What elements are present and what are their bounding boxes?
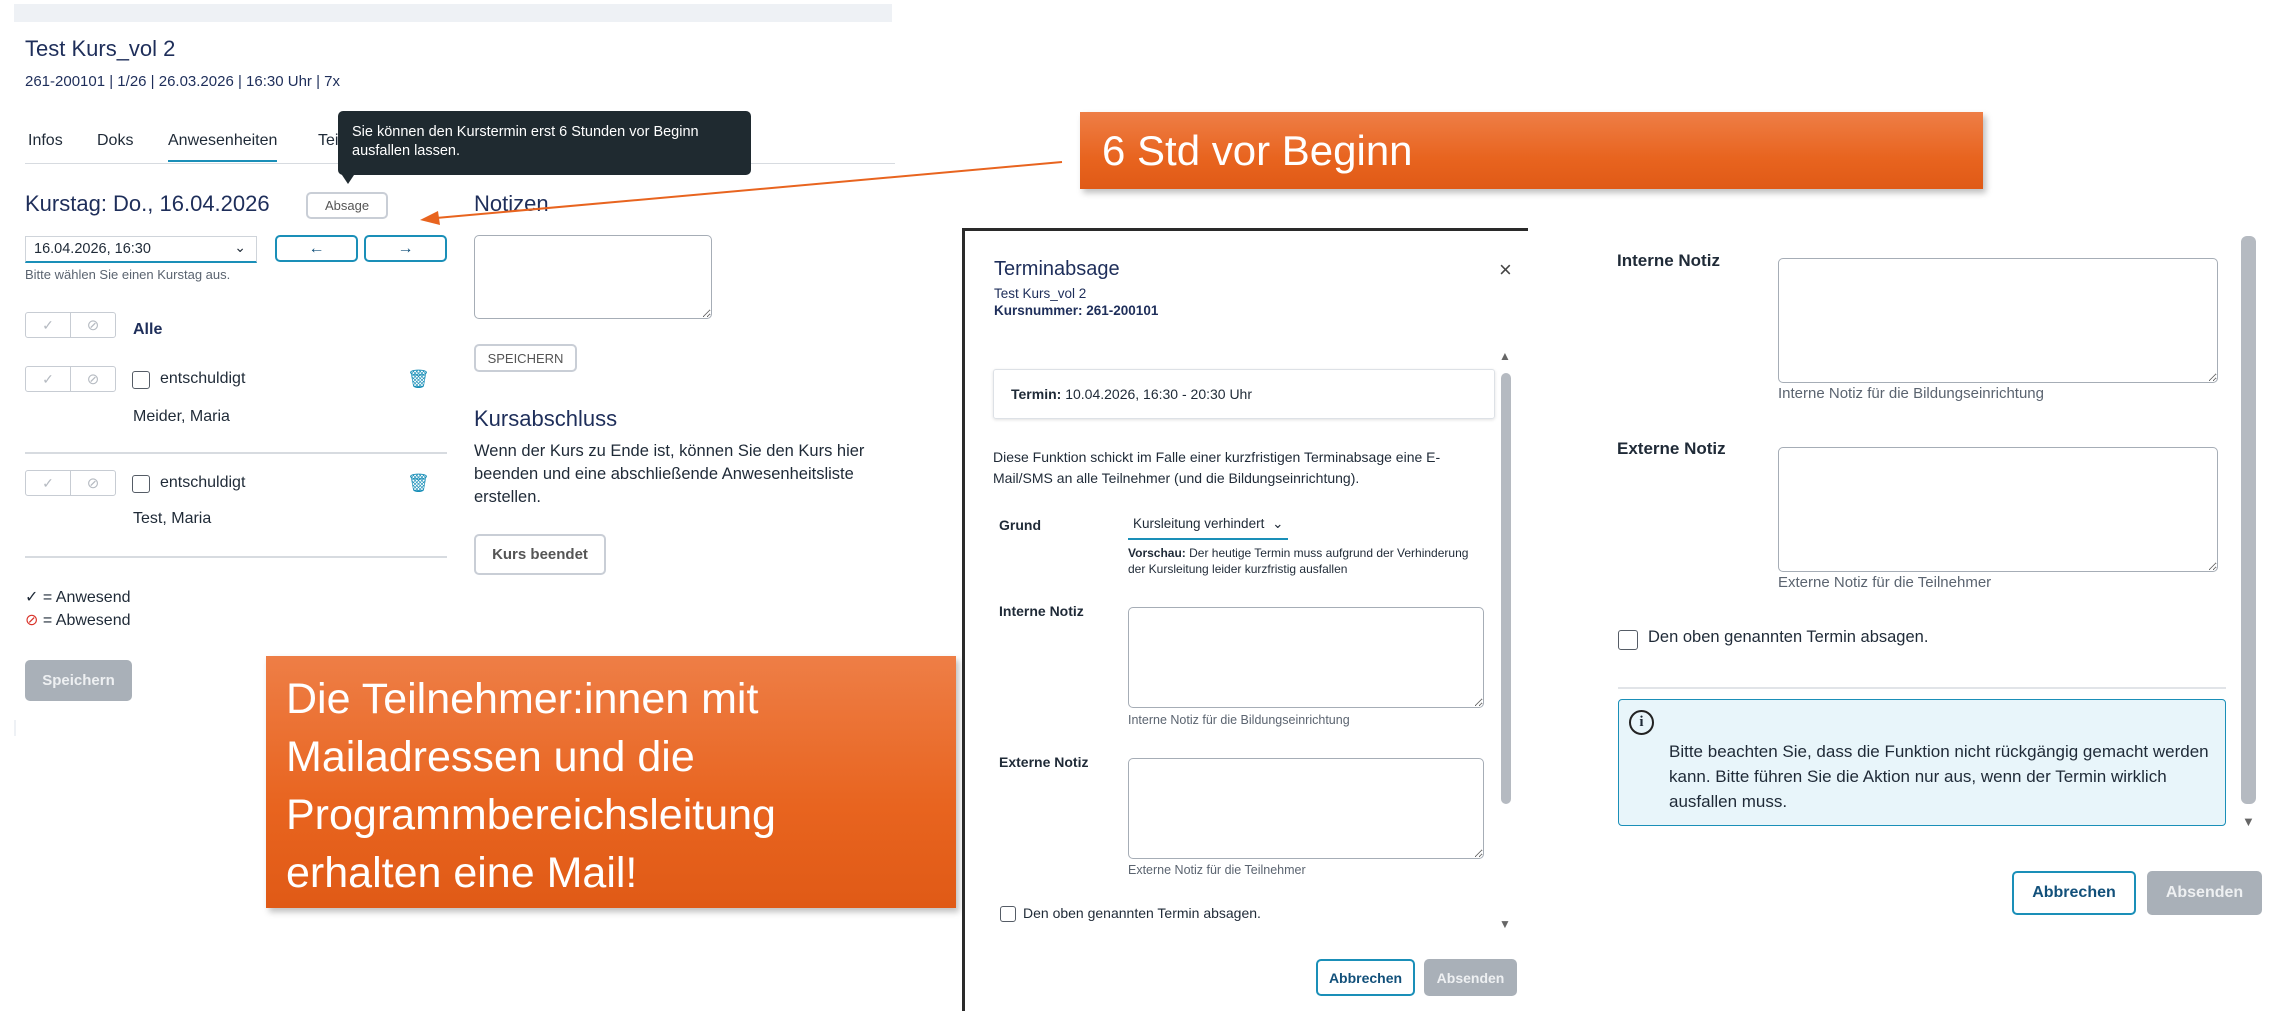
- preview-text: Vorschau: Der heutige Termin muss aufgru…: [1128, 545, 1488, 577]
- callout-bottom-text: Die Teilnehmer:innen mit Mailadressen un…: [286, 675, 776, 897]
- dialog-submit-button[interactable]: Absenden: [1424, 959, 1517, 996]
- dialog-title: Terminabsage: [994, 258, 1120, 280]
- zoom-panel: Interne Notiz Interne Notiz für die Bild…: [1600, 236, 2265, 926]
- dialog-cancel-button[interactable]: Abbrechen: [1316, 959, 1415, 996]
- absent-icon: ⊘: [25, 612, 39, 629]
- cancel-dialog: Terminabsage × Test Kurs_vol 2 Kursnumme…: [962, 228, 1528, 1011]
- internal-note-hint: Interne Notiz für die Bildungseinrichtun…: [1128, 713, 1350, 727]
- absent-icon[interactable]: ⊘: [70, 471, 115, 495]
- legend-present-label: = Anwesend: [42, 589, 131, 606]
- all-label: Alle: [133, 321, 163, 338]
- completion-text: Wenn der Kurs zu Ende ist, können Sie de…: [474, 442, 865, 506]
- zoom-internal-note-label: Interne Notiz: [1617, 251, 1720, 270]
- termin-value: 10.04.2026, 16:30 - 20:30 Uhr: [1065, 386, 1253, 402]
- callout-arrow: [420, 161, 1063, 225]
- completion-heading: Kursabschluss: [474, 406, 618, 431]
- zoom-cancel-button[interactable]: Abbrechen: [2012, 871, 2136, 915]
- scroll-up-icon[interactable]: ▲: [1499, 349, 1511, 363]
- check-icon: ✓: [25, 589, 39, 606]
- chevron-down-icon: ⌄: [234, 239, 246, 255]
- internal-note-label: Interne Notiz: [999, 603, 1084, 619]
- notes-save-button[interactable]: SPEICHERN: [474, 344, 577, 372]
- zoom-external-note-textarea[interactable]: [1778, 447, 2218, 572]
- confirm-checkbox[interactable]: [1000, 906, 1016, 922]
- check-icon[interactable]: ✓: [26, 471, 70, 495]
- absent-icon[interactable]: ⊘: [70, 367, 115, 391]
- preview-label: Vorschau:: [1128, 546, 1186, 560]
- participant-1-delete-icon[interactable]: 🗑: [407, 369, 430, 390]
- date-select[interactable]: 16.04.2026, 16:30 ⌄: [25, 236, 257, 263]
- termin-box: Termin: 10.04.2026, 16:30 - 20:30 Uhr: [993, 369, 1495, 419]
- zoom-external-note-label: Externe Notiz: [1617, 439, 1726, 458]
- external-note-label: Externe Notiz: [999, 754, 1089, 770]
- external-note-textarea[interactable]: [1128, 758, 1484, 859]
- zoom-confirm-label: Den oben genannten Termin absagen.: [1648, 628, 1929, 646]
- legend-absent-label: = Abwesend: [42, 612, 131, 629]
- participant-1-status: entschuldigt: [160, 370, 246, 387]
- zoom-confirm-checkbox[interactable]: [1618, 630, 1638, 650]
- close-icon[interactable]: ×: [1499, 257, 1512, 283]
- participant-1-name: Meider, Maria: [133, 408, 230, 425]
- grund-select[interactable]: Kursleitung verhindert ⌄: [1128, 516, 1288, 540]
- save-attendance-button[interactable]: Speichern: [25, 660, 132, 701]
- dialog-course-number: Kursnummer: 261-200101: [994, 303, 1159, 318]
- kurs-beendet-button[interactable]: Kurs beendet: [474, 534, 606, 575]
- zoom-submit-button[interactable]: Absenden: [2147, 871, 2262, 915]
- zoom-internal-note-hint: Interne Notiz für die Bildungseinrichtun…: [1778, 385, 2044, 402]
- internal-note-textarea[interactable]: [1128, 607, 1484, 708]
- info-box: i Bitte beachten Sie, dass die Funktion …: [1618, 699, 2226, 826]
- arrow-right-icon: →: [397, 239, 414, 257]
- panel-edge: [14, 720, 16, 736]
- termin-label: Termin:: [1011, 386, 1062, 402]
- info-icon: i: [1629, 710, 1654, 735]
- participant-2-name: Test, Maria: [133, 510, 212, 527]
- arrow-left-icon: ←: [308, 239, 325, 257]
- zoom-scrollbar[interactable]: [2241, 236, 2256, 804]
- callout-top-text: 6 Std vor Beginn: [1102, 126, 1413, 174]
- zoom-scroll-down-icon[interactable]: ▼: [2242, 814, 2255, 829]
- zoom-external-note-hint: Externe Notiz für die Teilnehmer: [1778, 574, 1992, 591]
- callout-top: 6 Std vor Beginn: [1080, 112, 1983, 189]
- dialog-description: Diese Funktion schickt im Falle einer ku…: [993, 449, 1441, 486]
- dialog-scrollbar[interactable]: [1501, 373, 1511, 804]
- participant-1-toggle[interactable]: ✓ ⊘: [25, 366, 116, 392]
- date-hint: Bitte wählen Sie einen Kurstag aus.: [25, 267, 231, 282]
- grund-label: Grund: [999, 517, 1041, 533]
- date-select-value: 16.04.2026, 16:30: [34, 241, 151, 257]
- zoom-internal-note-textarea[interactable]: [1778, 258, 2218, 383]
- zoom-divider: [1618, 687, 2226, 689]
- chevron-down-icon: ⌄: [1272, 516, 1284, 531]
- scroll-down-icon[interactable]: ▼: [1499, 917, 1511, 931]
- notes-textarea[interactable]: [474, 235, 712, 319]
- absent-icon[interactable]: ⊘: [70, 313, 115, 337]
- check-icon[interactable]: ✓: [26, 367, 70, 391]
- divider: [25, 556, 447, 558]
- participant-2-excused-checkbox[interactable]: [132, 475, 150, 493]
- info-text: Bitte beachten Sie, dass die Funktion ni…: [1669, 742, 2209, 811]
- check-icon[interactable]: ✓: [26, 313, 70, 337]
- divider: [25, 452, 447, 454]
- participant-1-excused-checkbox[interactable]: [132, 371, 150, 389]
- confirm-label: Den oben genannten Termin absagen.: [1023, 905, 1261, 921]
- callout-bottom: Die Teilnehmer:innen mit Mailadressen un…: [266, 656, 956, 908]
- legend-present: ✓ = Anwesend: [25, 587, 130, 607]
- legend-absent: ⊘ = Abwesend: [25, 610, 130, 630]
- all-toggle[interactable]: ✓ ⊘: [25, 312, 116, 338]
- dialog-course: Test Kurs_vol 2: [994, 286, 1087, 301]
- participant-2-status: entschuldigt: [160, 474, 246, 491]
- grund-select-value: Kursleitung verhindert: [1133, 516, 1265, 531]
- external-note-hint: Externe Notiz für die Teilnehmer: [1128, 863, 1306, 877]
- participant-2-toggle[interactable]: ✓ ⊘: [25, 470, 116, 496]
- participant-2-delete-icon[interactable]: 🗑: [407, 473, 430, 494]
